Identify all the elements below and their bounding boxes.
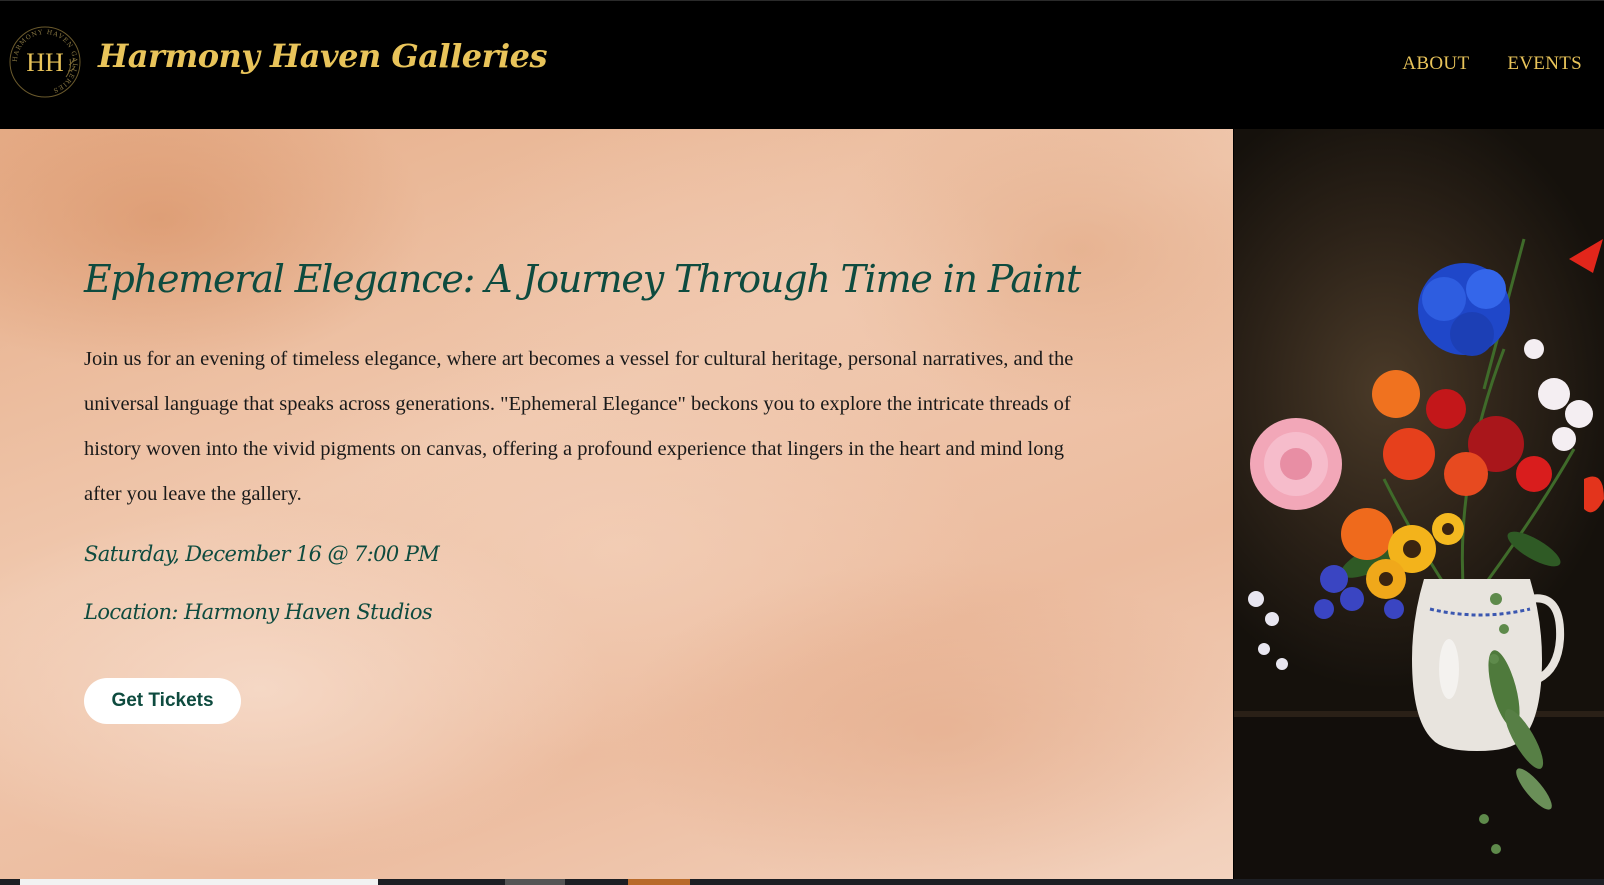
event-title: Ephemeral Elegance: A Journey Through Ti… (84, 257, 1081, 301)
event-description: Join us for an evening of timeless elega… (84, 348, 1074, 505)
bottom-strip-segment (20, 879, 378, 885)
logo-monogram: HH (26, 48, 64, 77)
flower-bouquet-illustration (1234, 238, 1604, 879)
logo-seal[interactable]: HARMONY HAVEN GALLERIES HH (8, 25, 82, 99)
flower-still-life-image (1234, 129, 1604, 879)
event-date: Saturday, December 16 @ 7:00 PM (84, 542, 440, 566)
bottom-strip-segment (628, 879, 690, 885)
nav-link-about[interactable]: ABOUT (1402, 53, 1469, 75)
get-tickets-button[interactable]: Get Tickets (84, 678, 241, 724)
page: HARMONY HAVEN GALLERIES HH Harmony Haven… (0, 0, 1604, 885)
nav-link-events[interactable]: EVENTS (1507, 53, 1582, 75)
bottom-strip (0, 879, 1604, 885)
site-header: HARMONY HAVEN GALLERIES HH Harmony Haven… (0, 0, 1604, 129)
brand-name[interactable]: Harmony Haven Galleries (98, 37, 547, 75)
logo-emblem-icon: HARMONY HAVEN GALLERIES HH (9, 26, 81, 98)
event-location: Location: Harmony Haven Studios (84, 600, 433, 624)
bottom-strip-segment (505, 879, 565, 885)
event-hero: Ephemeral Elegance: A Journey Through Ti… (0, 129, 1233, 879)
main-nav: ABOUT EVENTS (1402, 53, 1582, 75)
